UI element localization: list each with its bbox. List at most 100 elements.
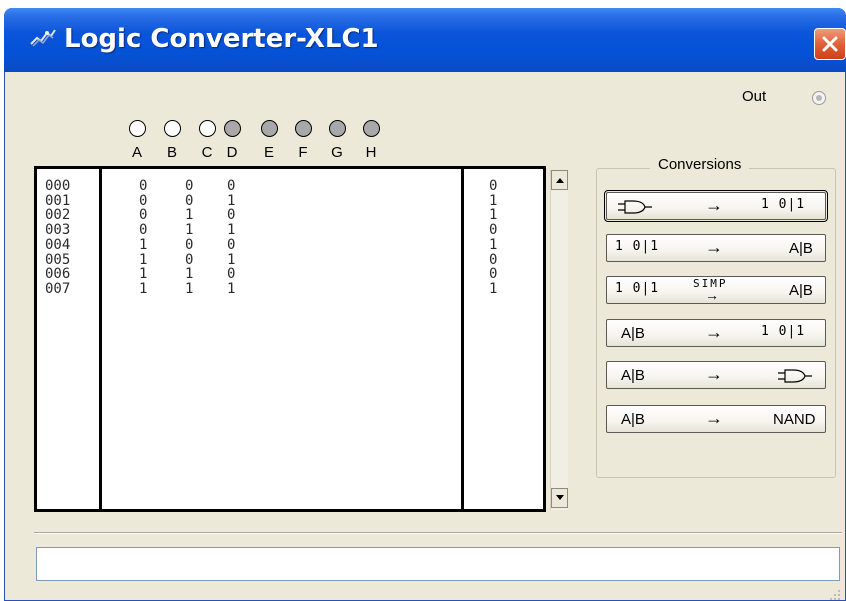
cell-a: 0: [139, 222, 148, 239]
scroll-up-icon: [556, 178, 564, 183]
input-label-b: B: [166, 144, 177, 161]
arrow-icon: →: [705, 364, 723, 384]
gate-icon: [618, 200, 652, 214]
cell-b: 1: [185, 207, 194, 224]
expression-to-nand-button[interactable]: A|B → NAND: [606, 405, 826, 433]
cell-a: 1: [139, 280, 148, 297]
expression-symbol: A|B: [789, 282, 813, 299]
input-terminal-d[interactable]: [224, 120, 241, 137]
expression-to-circuit-button[interactable]: A|B →: [606, 361, 826, 389]
truth-table-symbol: 1 0|1: [761, 197, 806, 212]
cell-c: 1: [227, 222, 236, 239]
expression-symbol: A|B: [621, 325, 645, 342]
cell-out: 1: [489, 280, 498, 297]
expression-field[interactable]: [36, 547, 840, 581]
cell-c: 0: [227, 207, 236, 224]
cell-out: 1: [489, 236, 498, 253]
cell-b: 0: [185, 251, 194, 268]
row-index: 005: [45, 251, 71, 268]
arrow-icon: →: [705, 322, 723, 342]
cell-c: 0: [227, 178, 236, 194]
cell-a: 1: [139, 266, 148, 283]
input-terminal-c[interactable]: [199, 120, 216, 137]
arrow-icon: →: [705, 195, 723, 215]
truth-table-to-simplified-expression-button[interactable]: 1 0|1 SIMP → A|B: [606, 276, 826, 304]
input-label-f: F: [298, 144, 308, 161]
close-button[interactable]: [814, 28, 846, 60]
truth-table-symbol: 1 0|1: [615, 239, 660, 254]
cell-out: 0: [489, 251, 498, 268]
nand-label: NAND: [773, 411, 816, 428]
cell-c: 0: [227, 236, 236, 253]
row-index: 004: [45, 236, 71, 253]
expression-symbol: A|B: [789, 240, 813, 257]
row-index: 003: [45, 222, 71, 239]
row-index: 002: [45, 207, 71, 224]
input-label-c: C: [201, 144, 213, 161]
input-terminal-h[interactable]: [363, 120, 380, 137]
cell-b: 0: [185, 192, 194, 209]
logic-converter-icon: [30, 29, 56, 47]
cell-b: 1: [185, 266, 194, 283]
resize-grip-icon[interactable]: [826, 586, 842, 601]
cell-out: 0: [489, 222, 498, 239]
cell-a: 1: [139, 251, 148, 268]
row-index: 007: [45, 280, 71, 297]
input-label-g: G: [331, 144, 343, 161]
input-terminal-a[interactable]: [129, 120, 146, 137]
truth-table-symbol: 1 0|1: [761, 324, 806, 339]
truth-table[interactable]: 000 0 0 0 0 001 0 0 1 1 002 0 1 0 1 003 0 1 1 0 004 1 0 0 1 005 1 0…: [34, 166, 546, 512]
row-index: 006: [45, 266, 71, 283]
input-terminal-g[interactable]: [329, 120, 346, 137]
cell-c: 0: [227, 266, 236, 283]
logic-converter-window: Logic Converter-XLC1 Out A B C D E F G H…: [4, 8, 846, 601]
input-terminal-f[interactable]: [295, 120, 312, 137]
conversions-label: Conversions: [650, 156, 750, 173]
cell-out: 1: [489, 192, 498, 209]
expression-to-truth-table-button[interactable]: A|B → 1 0|1: [606, 319, 826, 347]
input-terminal-b[interactable]: [164, 120, 181, 137]
cell-a: 0: [139, 207, 148, 224]
cell-a: 1: [139, 236, 148, 253]
cell-b: 1: [185, 222, 194, 239]
out-label: Out: [742, 88, 767, 105]
window-title: Logic Converter-XLC1: [64, 24, 379, 54]
row-index: 000: [45, 178, 71, 194]
row-index: 001: [45, 192, 71, 209]
cell-c: 1: [227, 192, 236, 209]
arrow-icon: →: [705, 237, 723, 257]
cell-a: 0: [139, 178, 148, 194]
cell-out: 0: [489, 266, 498, 283]
input-label-e: E: [263, 144, 274, 161]
circuit-to-truth-table-button[interactable]: → 1 0|1: [604, 190, 828, 222]
input-terminal-e[interactable]: [261, 120, 278, 137]
arrow-icon: →: [705, 287, 719, 303]
input-label-h: H: [365, 144, 377, 161]
cell-out: 0: [489, 178, 498, 194]
output-column-divider: [461, 169, 464, 509]
scroll-up-button[interactable]: [551, 170, 568, 190]
expression-symbol: A|B: [621, 411, 645, 428]
scroll-down-icon: [556, 495, 564, 500]
expression-symbol: A|B: [621, 367, 645, 384]
title-bar[interactable]: Logic Converter-XLC1: [4, 8, 846, 72]
truth-table-symbol: 1 0|1: [615, 281, 660, 296]
separator: [34, 532, 842, 534]
gate-icon: [778, 369, 812, 383]
index-column-divider: [99, 169, 102, 509]
cell-c: 1: [227, 251, 236, 268]
arrow-icon: →: [705, 408, 723, 428]
truth-table-scrollbar[interactable]: [550, 170, 568, 510]
input-label-d: D: [226, 144, 238, 161]
out-terminal[interactable]: [812, 91, 826, 105]
scroll-down-button[interactable]: [551, 488, 568, 508]
cell-a: 0: [139, 192, 148, 209]
cell-out: 1: [489, 207, 498, 224]
truth-table-to-expression-button[interactable]: 1 0|1 → A|B: [606, 234, 826, 262]
input-label-a: A: [131, 144, 142, 161]
cell-b: 0: [185, 236, 194, 253]
close-icon: [822, 36, 838, 52]
cell-c: 1: [227, 280, 236, 297]
cell-b: 1: [185, 280, 194, 297]
cell-b: 0: [185, 178, 194, 194]
